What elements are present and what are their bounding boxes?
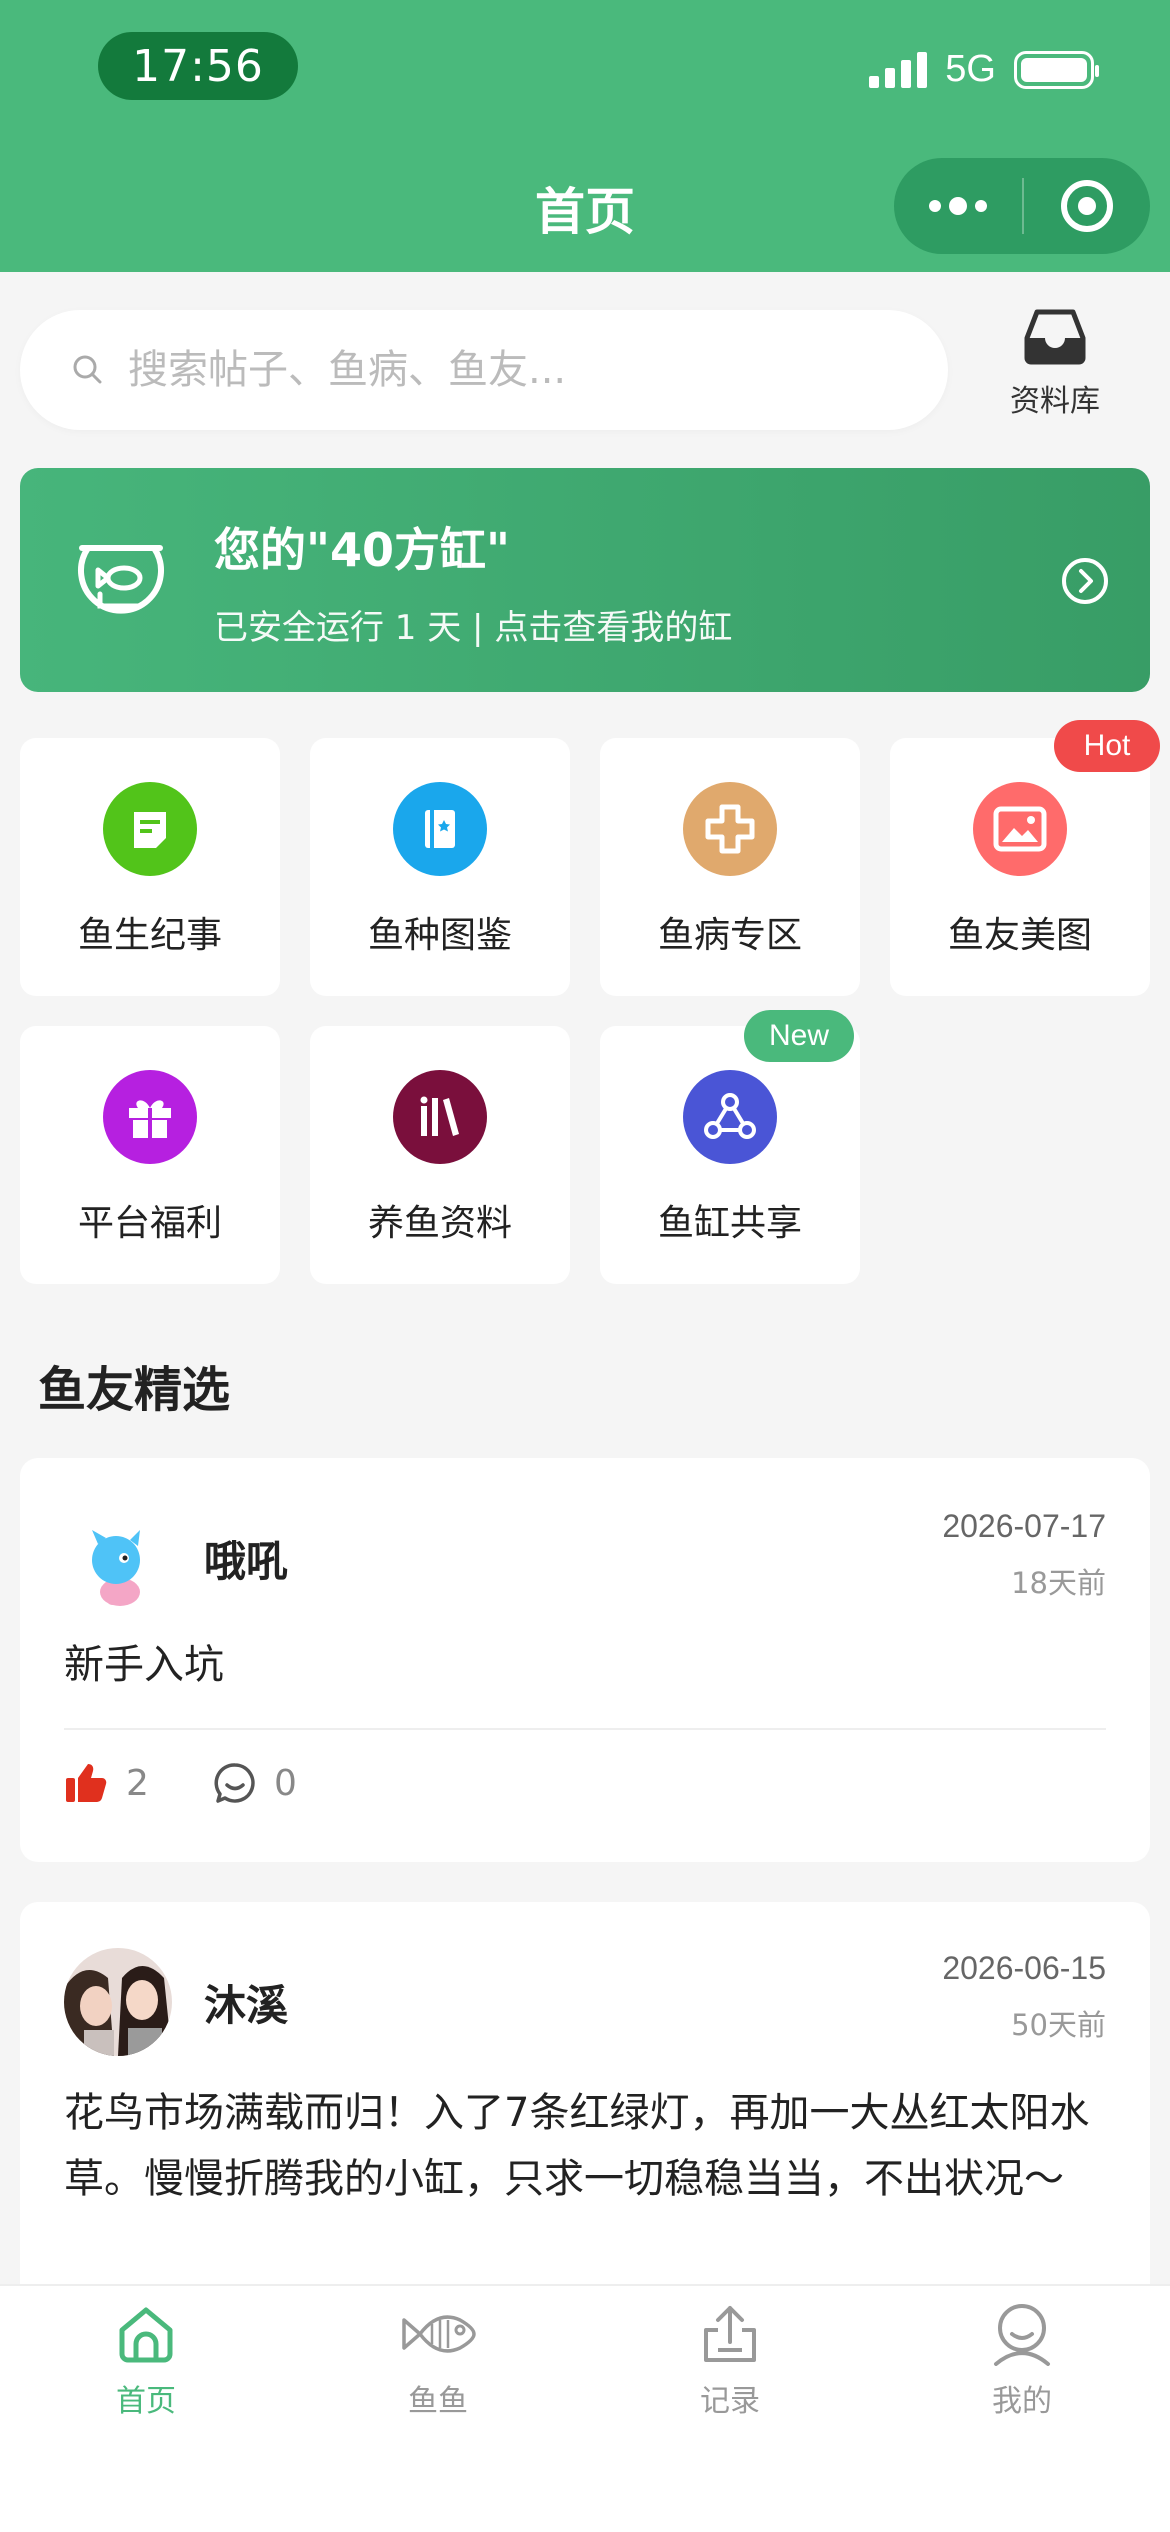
tab-label: 记录 [700,2384,760,2419]
post-card[interactable]: 哦吼 2026-07-17 18天前 新手入坑 2 0 [20,1458,1150,1862]
like-count: 2 [126,1762,149,1804]
library-button[interactable]: 资料库 [990,306,1120,420]
post-content: 新手入坑 [64,1642,224,1688]
post-card[interactable]: 沐溪 2026-06-15 50天前 花鸟市场满载而归！入了7条红绿灯，再加一大… [20,1902,1150,2322]
tab-label: 鱼鱼 [408,2384,468,2419]
tab-label: 我的 [992,2384,1052,2419]
new-badge: New [744,1010,854,1062]
inbox-icon [1024,309,1086,365]
grid-item-species-guide[interactable]: 鱼种图鉴 [310,738,570,996]
post-date: 2026-07-17 [942,1508,1106,1544]
comment-icon [214,1763,255,1803]
search-icon [73,355,102,384]
home-icon [119,2307,173,2363]
tank-status: 已安全运行 1 天 | 点击查看我的缸 [214,608,733,648]
comment-button[interactable]: 0 [214,1762,297,1804]
grid-item-label: 鱼生纪事 [77,915,222,956]
search-input[interactable] [128,347,888,393]
bottom-tab-bar: 首页 鱼鱼 记录 我的 [0,2284,1170,2532]
picture-icon [973,782,1067,876]
user-icon [994,2304,1050,2366]
upload-icon [704,2306,756,2362]
grid-item-label: 平台福利 [77,1203,222,1244]
post-content: 花鸟市场满载而归！入了7条红绿灯，再加一大丛红太阳水草。慢慢折腾我的小缸，只求一… [64,2090,1090,2202]
search-bar[interactable] [20,310,948,430]
tab-fish[interactable]: 鱼鱼 [292,2302,584,2420]
note-icon [103,782,197,876]
status-time: 17:56 [98,32,298,100]
battery-icon [1014,50,1099,89]
tab-mine[interactable]: 我的 [876,2302,1168,2420]
grid-item-fishkeeping-docs[interactable]: 养鱼资料 [310,1026,570,1284]
more-options-button[interactable] [894,158,1022,254]
grid-item-label: 养鱼资料 [367,1203,512,1244]
chevron-right-icon [1062,558,1108,604]
tab-record[interactable]: 记录 [584,2302,876,2420]
grid-item-label: 鱼病专区 [657,915,802,956]
post-date: 2026-06-15 [942,1950,1106,1986]
grid-item-fish-photos[interactable]: 鱼友美图 [890,738,1150,996]
tab-home[interactable]: 首页 [0,2302,292,2420]
medical-cross-icon [683,782,777,876]
share-nodes-icon [683,1070,777,1164]
post-author: 沐溪 [204,1981,289,2030]
library-books-icon [393,1070,487,1164]
library-label: 资料库 [1010,384,1100,419]
grid-item-label: 鱼友美图 [947,915,1092,956]
fish-icon [402,2315,476,2353]
close-miniprogram-button[interactable] [1024,158,1150,254]
grid-item-fish-story[interactable]: 鱼生纪事 [20,738,280,996]
grid-item-label: 鱼缸共享 [657,1203,802,1244]
grid-item-platform-benefits[interactable]: 平台福利 [20,1026,280,1284]
post-relative-time: 50天前 [1011,2008,1106,2042]
grid-item-label: 鱼种图鉴 [367,915,512,956]
thumbs-up-icon [66,1764,107,1802]
avatar[interactable] [64,1948,172,2056]
post-relative-time: 18天前 [1011,1566,1106,1600]
avatar[interactable] [64,1510,172,1618]
post-divider [64,1728,1106,1730]
section-title: 鱼友精选 [38,1362,231,1418]
top-header: 17:56 5G 首页 [0,0,1170,272]
hot-badge: Hot [1054,720,1160,772]
my-tank-banner[interactable]: 您的"40方缸" 已安全运行 1 天 | 点击查看我的缸 [20,468,1150,692]
target-icon [1061,180,1113,232]
grid-item-disease-zone[interactable]: 鱼病专区 [600,738,860,996]
network-type: 5G [945,48,996,90]
book-icon [393,782,487,876]
tank-name: 您的"40方缸" [214,523,510,577]
like-button[interactable]: 2 [64,1762,149,1804]
fish-tank-icon [78,545,164,614]
comment-count: 0 [274,1762,297,1804]
tab-label: 首页 [116,2384,176,2419]
status-indicators: 5G [869,48,1099,91]
grid-item-tank-sharing[interactable]: 鱼缸共享 [600,1026,860,1284]
signal-icon [869,51,928,88]
post-author: 哦吼 [204,1537,289,1586]
gift-icon [103,1070,197,1164]
mini-program-capsule [894,158,1150,254]
